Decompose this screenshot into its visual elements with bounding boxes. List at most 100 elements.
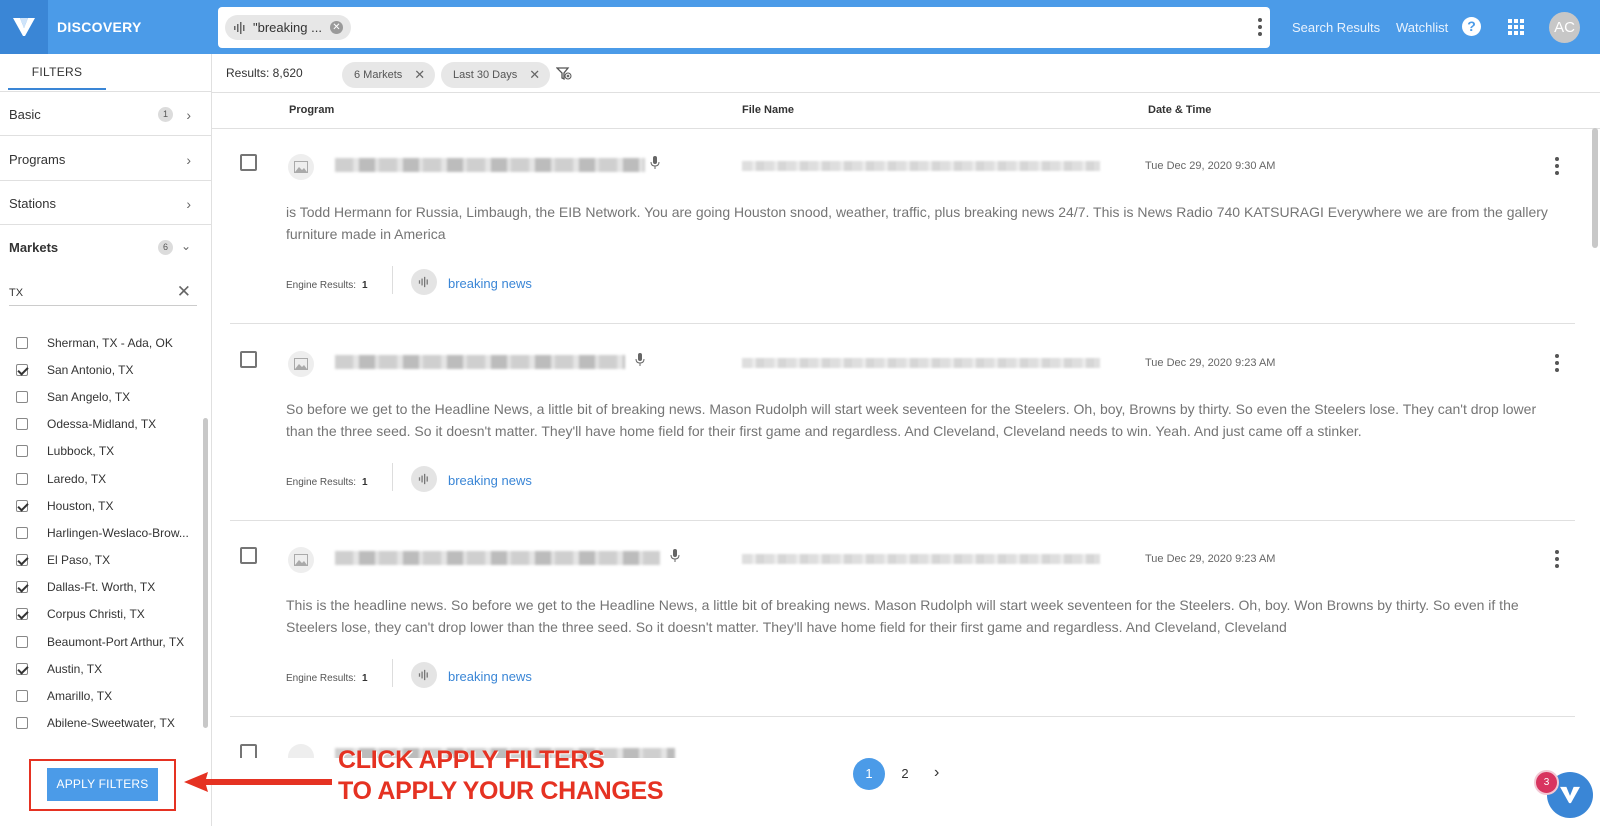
market-option[interactable]: San Angelo, TX <box>0 383 200 410</box>
checkbox-checked[interactable] <box>16 662 28 675</box>
checkbox[interactable] <box>16 418 28 431</box>
close-icon[interactable]: ✕ <box>414 67 425 83</box>
apply-filters-button[interactable]: APPLY FILTERS <box>47 768 158 801</box>
program-name-redacted <box>335 355 625 369</box>
engine-count: 1 <box>362 673 368 684</box>
market-option[interactable]: Harlingen-Weslaco-Brow... <box>0 519 200 546</box>
market-label: Beaumont-Port Arthur, TX <box>47 634 185 649</box>
market-option[interactable]: Dallas-Ft. Worth, TX <box>0 574 200 601</box>
checkbox-checked[interactable] <box>16 581 28 594</box>
annotation-text: CLICK APPLY FILTERS TO APPLY YOUR CHANGE… <box>338 745 664 807</box>
market-option[interactable]: Amarillo, TX <box>0 682 200 709</box>
market-option[interactable]: Sherman, TX - Ada, OK <box>0 329 200 356</box>
filter-section-stations[interactable]: Stations › <box>0 181 211 225</box>
nav-search-results[interactable]: Search Results <box>1292 20 1380 35</box>
market-search-input[interactable] <box>9 282 159 304</box>
column-header-program[interactable]: Program <box>289 104 334 116</box>
row-checkbox[interactable] <box>240 351 257 368</box>
chevron-right-icon[interactable]: › <box>934 764 939 782</box>
sidebar-scrollbar[interactable] <box>203 418 208 728</box>
chevron-right-icon: › <box>186 152 191 168</box>
page-button-2[interactable]: 2 <box>889 758 921 790</box>
market-option[interactable]: Austin, TX <box>0 655 200 682</box>
close-icon[interactable]: ✕ <box>529 67 540 83</box>
checkbox-checked[interactable] <box>16 499 28 512</box>
table-row[interactable]: Tue Dec 29, 2020 9:30 AM is Todd Hermann … <box>230 128 1575 324</box>
table-row[interactable]: Tue Dec 29, 2020 9:23 AM This is the head… <box>230 521 1575 717</box>
checkbox[interactable] <box>16 526 28 539</box>
search-term-link[interactable]: breaking news <box>448 669 532 684</box>
divider <box>392 266 393 294</box>
date-time: Tue Dec 29, 2020 9:23 AM <box>1145 553 1276 565</box>
row-menu-icon[interactable] <box>1555 157 1559 178</box>
apps-grid-icon[interactable] <box>1508 19 1524 35</box>
filter-clear-icon[interactable] <box>556 67 572 81</box>
market-option[interactable]: Odessa-Midland, TX <box>0 411 200 438</box>
row-menu-icon[interactable] <box>1555 354 1559 375</box>
search-term-link[interactable]: breaking news <box>448 276 532 291</box>
audio-wave-icon <box>411 269 437 295</box>
filter-section-markets[interactable]: Markets 6 ⌄ <box>0 225 211 269</box>
checkbox[interactable] <box>16 472 28 485</box>
market-option[interactable]: Houston, TX <box>0 492 200 519</box>
column-header-date-time[interactable]: Date & Time <box>1148 104 1211 116</box>
checkbox[interactable] <box>16 445 28 458</box>
checkbox[interactable] <box>16 390 28 403</box>
program-name-redacted <box>335 158 645 172</box>
row-menu-icon[interactable] <box>1555 550 1559 571</box>
row-checkbox[interactable] <box>240 547 257 564</box>
tab-filters[interactable]: FILTERS <box>8 54 106 90</box>
app-logo[interactable] <box>0 0 48 54</box>
column-header-file-name[interactable]: File Name <box>742 104 794 116</box>
search-menu-icon[interactable] <box>1258 18 1262 39</box>
checkbox[interactable] <box>16 635 28 648</box>
annotation-line-2: TO APPLY YOUR CHANGES <box>338 777 664 805</box>
filter-chip-date[interactable]: Last 30 Days ✕ <box>441 62 551 88</box>
checkbox[interactable] <box>16 336 28 349</box>
market-option[interactable]: Abilene-Sweetwater, TX <box>0 710 200 737</box>
chip-remove-icon[interactable]: ✕ <box>329 21 343 34</box>
row-checkbox[interactable] <box>240 744 257 758</box>
checkbox[interactable] <box>16 690 28 703</box>
nav-watchlist[interactable]: Watchlist <box>1396 20 1448 35</box>
image-placeholder-icon <box>288 744 314 758</box>
market-label: Austin, TX <box>47 661 103 676</box>
checkbox[interactable] <box>16 717 28 730</box>
clear-icon[interactable]: ✕ <box>177 282 191 302</box>
notification-badge[interactable]: 3 <box>1534 770 1559 795</box>
market-option[interactable]: San Antonio, TX <box>0 356 200 383</box>
table-row[interactable]: Tue Dec 29, 2020 9:23 AM So before we get… <box>230 325 1575 521</box>
engine-label: Engine Results: <box>286 673 357 684</box>
section-label: Programs <box>9 152 66 167</box>
checkbox-checked[interactable] <box>16 363 28 376</box>
market-label: San Antonio, TX <box>47 362 134 377</box>
engine-results: Engine Results: 1 <box>286 477 368 488</box>
market-option[interactable]: Corpus Christi, TX <box>0 601 200 628</box>
checkbox-checked[interactable] <box>16 608 28 621</box>
search-chip[interactable]: "breaking ... ✕ <box>225 15 351 40</box>
market-option[interactable]: Lubbock, TX <box>0 438 200 465</box>
main-scrollbar[interactable] <box>1592 128 1598 248</box>
filter-section-basic[interactable]: Basic 1 › <box>0 92 211 136</box>
search-bar[interactable]: "breaking ... ✕ <box>218 7 1270 48</box>
avatar[interactable]: AC <box>1549 12 1580 43</box>
annotation-line-1: CLICK APPLY FILTERS <box>338 746 605 774</box>
image-placeholder-icon <box>288 154 314 180</box>
market-label: El Paso, TX <box>47 553 111 568</box>
market-label: Amarillo, TX <box>47 689 113 704</box>
search-term-link[interactable]: breaking news <box>448 473 532 488</box>
filter-chip-markets[interactable]: 6 Markets ✕ <box>342 62 436 88</box>
page-button-1[interactable]: 1 <box>853 758 885 790</box>
filter-section-programs[interactable]: Programs › <box>0 137 211 181</box>
help-icon[interactable]: ? <box>1462 17 1481 36</box>
chevron-right-icon: › <box>186 107 191 123</box>
market-option[interactable]: Laredo, TX <box>0 465 200 492</box>
market-label: Abilene-Sweetwater, TX <box>47 716 175 731</box>
checkbox-checked[interactable] <box>16 554 28 567</box>
market-option[interactable]: El Paso, TX <box>0 547 200 574</box>
chip-label: Last 30 Days <box>453 69 518 81</box>
chip-label: 6 Markets <box>354 69 403 81</box>
market-option[interactable]: Beaumont-Port Arthur, TX <box>0 628 200 655</box>
market-search: ✕ <box>9 282 197 306</box>
row-checkbox[interactable] <box>240 154 257 171</box>
